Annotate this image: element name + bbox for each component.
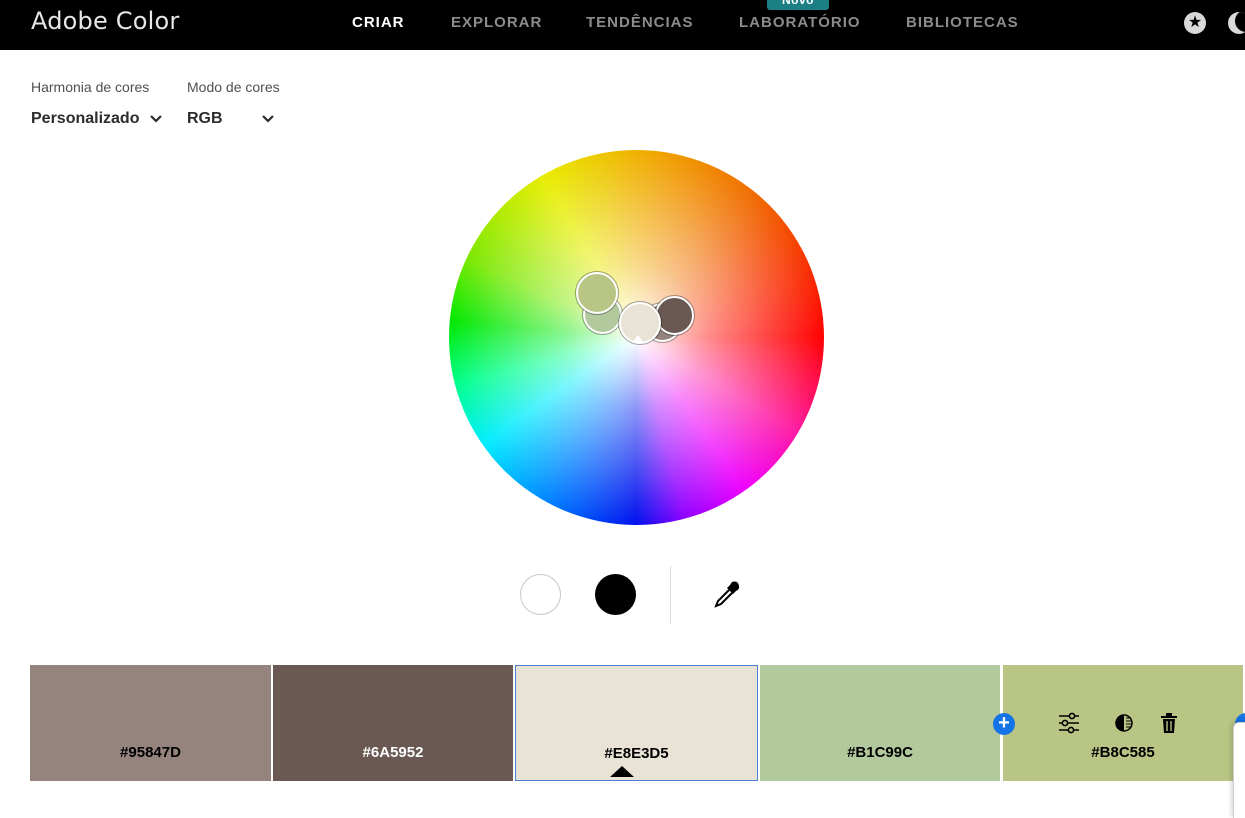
swatch-2[interactable]: #6A5952 xyxy=(273,665,513,781)
nav-tendencias[interactable]: TENDÊNCIAS xyxy=(586,14,694,31)
star-icon: ★ xyxy=(1187,14,1203,31)
swatch-3-selected[interactable]: #E8E3D5 xyxy=(515,665,758,781)
top-navigation-bar: Adobe Color CRIAR EXPLORAR TENDÊNCIAS LA… xyxy=(0,0,1245,50)
swatch-hex[interactable]: #6A5952 xyxy=(273,744,513,761)
selected-swatch-caret-icon xyxy=(610,766,634,777)
nav-laboratorio[interactable]: LABORATÓRIO xyxy=(739,14,861,31)
base-color-pin xyxy=(633,335,643,342)
side-panel-edge xyxy=(1233,722,1245,818)
theme-toggle-button[interactable] xyxy=(1228,12,1245,34)
harmony-label: Harmonia de cores xyxy=(31,79,150,95)
mode-dropdown[interactable]: RGB xyxy=(187,110,223,128)
nav-criar[interactable]: CRIAR xyxy=(352,14,405,31)
nav-bibliotecas[interactable]: BIBLIOTECAS xyxy=(906,14,1019,31)
swatch-4[interactable]: #B1C99C xyxy=(760,665,1000,781)
chevron-down-icon[interactable] xyxy=(149,112,163,126)
mode-label: Modo de cores xyxy=(187,79,280,95)
app-title[interactable]: Adobe Color xyxy=(31,7,179,35)
white-circle-icon[interactable] xyxy=(520,574,561,615)
new-badge: Novo xyxy=(767,0,829,10)
contrast-icon[interactable] xyxy=(1114,712,1134,734)
wheel-marker-b8c585[interactable] xyxy=(576,272,618,314)
swatch-hex[interactable]: #E8E3D5 xyxy=(516,745,757,762)
harmony-dropdown[interactable]: Personalizado xyxy=(31,110,139,128)
sliders-icon[interactable] xyxy=(1057,712,1081,734)
chevron-down-icon[interactable] xyxy=(261,112,275,126)
swatch-hex[interactable]: #B8C585 xyxy=(1003,744,1243,761)
divider xyxy=(670,566,671,624)
add-swatch-icon[interactable]: + xyxy=(993,713,1015,735)
swatch-1[interactable]: #95847D xyxy=(30,665,271,781)
wheel-marker-6a5952[interactable] xyxy=(655,296,694,335)
favorites-button[interactable]: ★ xyxy=(1184,12,1206,34)
nav-explorar[interactable]: EXPLORAR xyxy=(451,14,542,31)
swatch-hex[interactable]: #B1C99C xyxy=(760,744,1000,761)
black-circle-icon[interactable] xyxy=(595,574,636,615)
eyedropper-icon[interactable] xyxy=(712,579,742,609)
swatch-hex[interactable]: #95847D xyxy=(30,744,271,761)
trash-icon[interactable] xyxy=(1158,712,1180,734)
